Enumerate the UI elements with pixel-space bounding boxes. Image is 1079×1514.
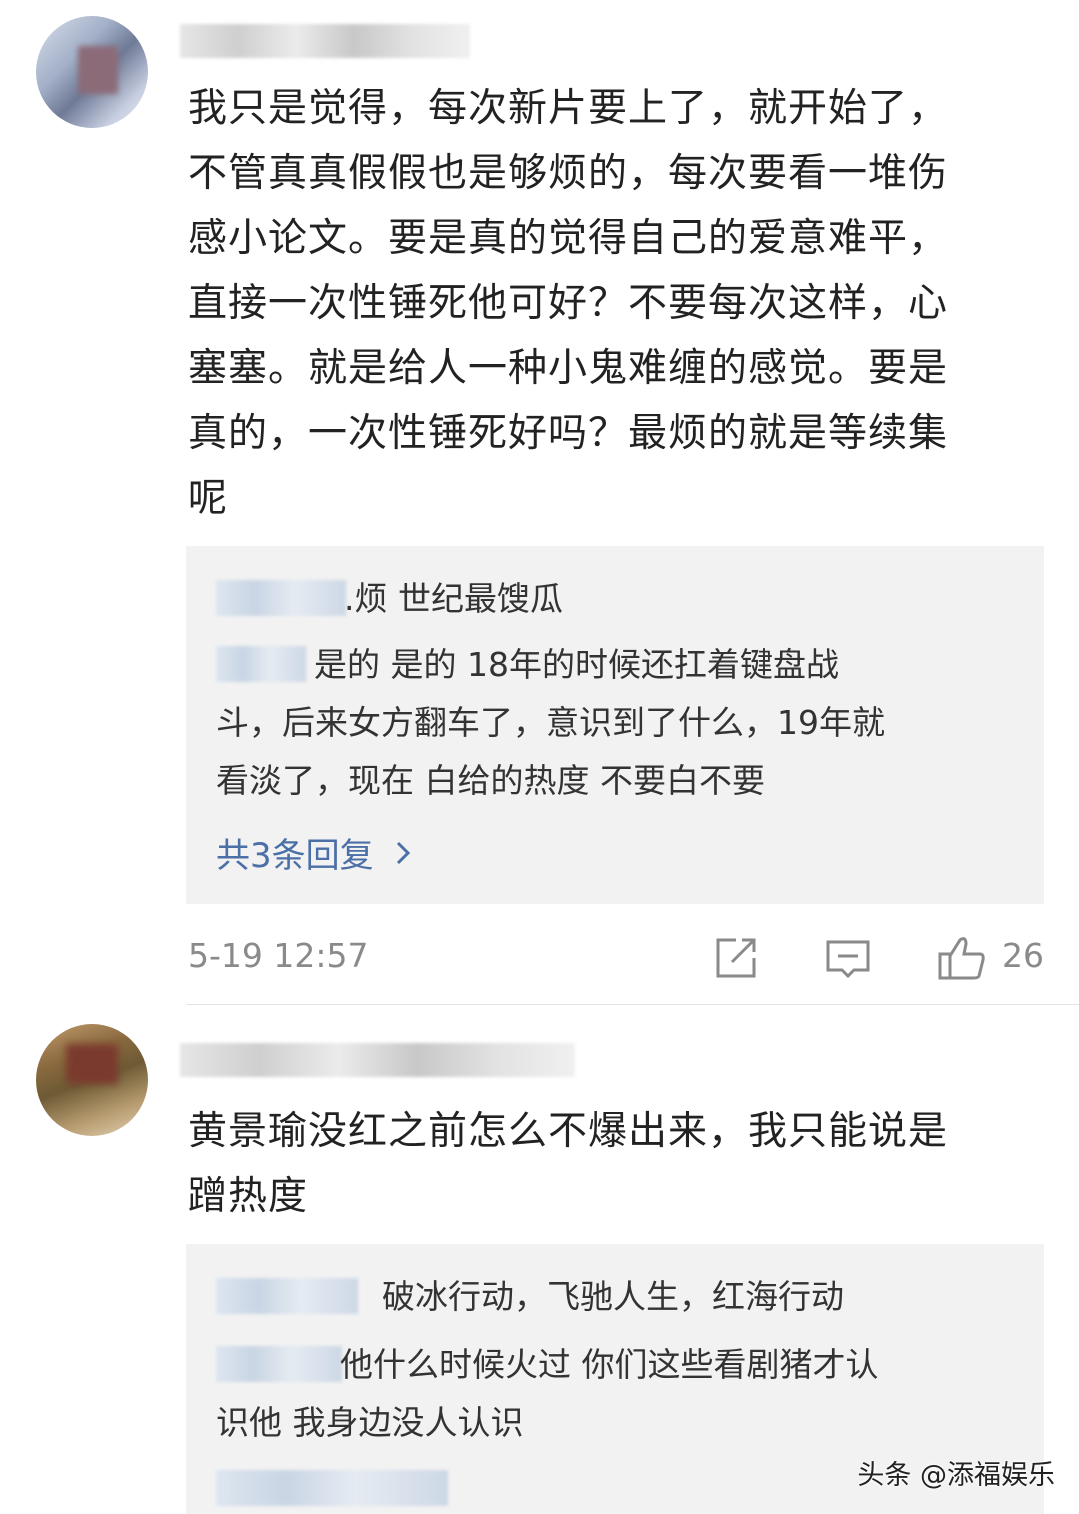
comment-icon[interactable] xyxy=(818,928,878,988)
reply-text-line: 看淡了，现在 白给的热度 不要白不要 xyxy=(216,761,765,800)
comment-text-line: 直接一次性锤死他可好？不要每次这样，心 xyxy=(188,281,949,326)
view-replies-link[interactable]: 共3条回复 xyxy=(216,828,412,877)
comment-item: 黄景瑜没红之前怎么不爆出来，我只能说是 蹭热度 破冰行动，飞驰人生，红海行动 他… xyxy=(0,1005,1079,1514)
share-icon[interactable] xyxy=(706,928,766,988)
comment-text-line: 呢 xyxy=(188,476,229,521)
chevron-right-icon xyxy=(394,836,412,876)
comment-text-line: 不管真真假假也是够烦的，每次要看一堆伤 xyxy=(188,151,949,196)
reply-text-line: 识他 我身边没人认识 xyxy=(216,1403,524,1442)
reply-box: .烦 世纪最馊瓜 是的 是的 18年的时候还扛着键盘战 斗，后来女方翻车了，意识… xyxy=(186,546,1044,904)
comment-text-line: 黄景瑜没红之前怎么不爆出来，我只能说是 xyxy=(188,1109,949,1154)
comment-time: 5-19 12:57 xyxy=(188,936,369,975)
view-replies-label: 共3条回复 xyxy=(216,836,374,876)
reply-text-line: 斗，后来女方翻车了，意识到了什么，19年就 xyxy=(216,703,885,742)
reply-text: 破冰行动，飞驰人生，红海行动 xyxy=(382,1277,844,1316)
avatar[interactable] xyxy=(36,16,148,128)
reply-username-blurred[interactable] xyxy=(216,646,306,682)
avatar[interactable] xyxy=(36,1024,148,1136)
comment-item: 我只是觉得，每次新片要上了，就开始了， 不管真真假假也是够烦的，每次要看一堆伤 … xyxy=(0,0,1079,1004)
username-blurred[interactable] xyxy=(180,1043,575,1077)
reply-username-blurred[interactable] xyxy=(216,1470,448,1506)
watermark: 头条 @添福娱乐 xyxy=(857,1460,1055,1491)
like-count: 26 xyxy=(1002,936,1044,975)
username-blurred[interactable] xyxy=(180,24,470,58)
reply-username-blurred[interactable] xyxy=(216,1278,358,1314)
like-icon[interactable] xyxy=(932,928,992,988)
comment-text-line: 蹭热度 xyxy=(188,1174,309,1219)
comment-meta: 5-19 12:57 26 xyxy=(188,928,1044,988)
reply-username-blurred[interactable] xyxy=(216,580,346,616)
comment-text-line: 我只是觉得，每次新片要上了，就开始了， xyxy=(188,86,949,131)
comment-text-line: 真的，一次性锤死好吗？最烦的就是等续集 xyxy=(188,411,949,456)
reply-text-line: 是的 是的 18年的时候还扛着键盘战 xyxy=(314,645,839,684)
comment-text: 黄景瑜没红之前怎么不爆出来，我只能说是 蹭热度 xyxy=(188,1099,1048,1229)
comment-text-line: 塞塞。就是给人一种小鬼难缠的感觉。要是 xyxy=(188,346,949,391)
reply-username-blurred[interactable] xyxy=(216,1346,342,1382)
reply-text: .烦 世纪最馊瓜 xyxy=(344,579,563,618)
comment-text: 我只是觉得，每次新片要上了，就开始了， 不管真真假假也是够烦的，每次要看一堆伤 … xyxy=(188,76,1048,531)
reply-text-line: 他什么时候火过 你们这些看剧猪才认 xyxy=(340,1345,879,1384)
comment-text-line: 感小论文。要是真的觉得自己的爱意难平， xyxy=(188,216,949,261)
